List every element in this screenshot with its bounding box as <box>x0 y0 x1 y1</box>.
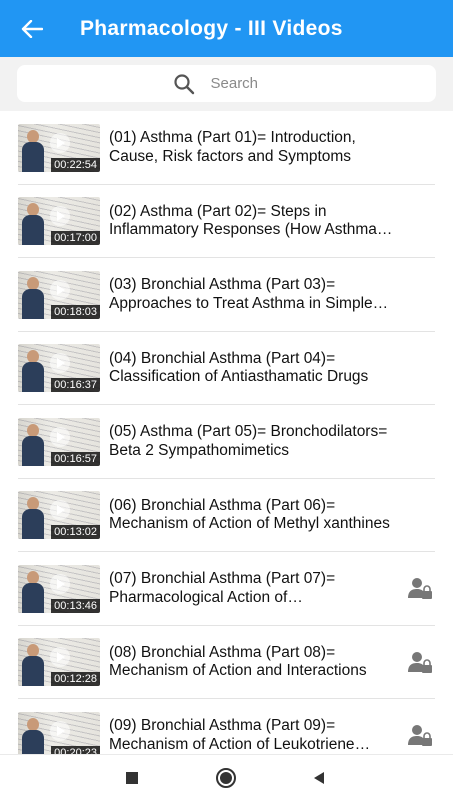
video-duration: 00:13:46 <box>51 598 100 613</box>
video-list-item[interactable]: 00:13:02 (06) Bronchial Asthma (Part 06)… <box>0 479 453 553</box>
play-icon <box>50 720 70 741</box>
presenter-image <box>22 570 44 613</box>
presenter-image <box>22 423 44 466</box>
video-thumbnail[interactable]: 00:13:02 <box>18 491 100 540</box>
recent-apps-button[interactable] <box>117 763 147 793</box>
play-icon <box>50 279 70 300</box>
presenter-image <box>22 129 44 172</box>
play-icon <box>50 132 70 153</box>
play-icon <box>50 500 70 521</box>
video-title: (03) Bronchial Asthma (Part 03)= Approac… <box>109 276 373 312</box>
search-box[interactable] <box>17 65 436 102</box>
video-thumbnail[interactable]: 00:16:37 <box>18 344 100 393</box>
video-thumbnail[interactable]: 00:20:23 <box>18 711 100 754</box>
video-list-item[interactable]: 00:22:54 (01) Asthma (Part 01)= Introduc… <box>0 111 453 185</box>
video-title: (01) Asthma (Part 01)= Introduction, Cau… <box>109 129 356 165</box>
play-icon <box>50 206 70 227</box>
system-nav-bar <box>0 754 453 800</box>
video-thumbnail[interactable]: 00:18:03 <box>18 270 100 319</box>
video-title: (04) Bronchial Asthma (Part 04)= Classif… <box>109 349 369 386</box>
video-title: (06) Bronchial Asthma (Part 06)= Mechani… <box>109 496 390 533</box>
video-list-item[interactable]: 00:18:03 (03) Bronchial Asthma (Part 03)… <box>0 258 453 332</box>
video-duration: 00:12:28 <box>51 672 100 687</box>
locked-user-icon <box>408 651 432 673</box>
triangle-back-icon <box>314 772 324 784</box>
video-title: (09) Bronchial Asthma (Part 09)= Mechani… <box>109 717 355 753</box>
video-duration: 00:20:23 <box>51 745 100 754</box>
video-list-item[interactable]: 00:16:37 (04) Bronchial Asthma (Part 04)… <box>0 332 453 406</box>
search-bar-container <box>0 57 453 111</box>
video-duration: 00:16:57 <box>51 451 100 466</box>
video-list-item[interactable]: 00:12:28 (08) Bronchial Asthma (Part 08)… <box>0 626 453 700</box>
search-icon <box>173 73 194 94</box>
video-list-item[interactable]: 00:20:23 (09) Bronchial Asthma (Part 09)… <box>0 699 453 754</box>
app-bar: Pharmacology - III Videos <box>0 0 453 57</box>
play-icon <box>50 426 70 447</box>
video-title: (05) Asthma (Part 05)= Bronchodilators= … <box>109 423 388 459</box>
video-thumbnail[interactable]: 00:22:54 <box>18 123 100 172</box>
video-list-item[interactable]: 00:16:57 (05) Asthma (Part 05)= Bronchod… <box>0 405 453 479</box>
locked-user-icon <box>408 578 432 599</box>
play-icon <box>50 353 70 374</box>
video-thumbnail[interactable]: 00:17:00 <box>18 197 100 246</box>
video-list-item[interactable]: 00:13:46 (07) Bronchial Asthma (Part 07)… <box>0 552 453 626</box>
video-duration: 00:13:02 <box>51 525 100 540</box>
page-title: Pharmacology - III Videos <box>80 16 343 40</box>
video-title: (07) Bronchial Asthma (Part 07)= Pharmac… <box>109 570 336 606</box>
video-title: (02) Asthma (Part 02)= Steps in Inflamma… <box>109 202 377 239</box>
search-input[interactable] <box>210 75 281 92</box>
home-button[interactable] <box>211 763 241 793</box>
play-icon <box>50 647 70 668</box>
video-thumbnail[interactable]: 00:13:46 <box>18 564 100 613</box>
video-title: (08) Bronchial Asthma (Part 08)= Mechani… <box>109 643 367 680</box>
presenter-image <box>22 276 44 319</box>
video-duration: 00:18:03 <box>51 304 100 319</box>
presenter-image <box>22 203 44 246</box>
video-list-item[interactable]: 00:17:00 (02) Asthma (Part 02)= Steps in… <box>0 185 453 259</box>
presenter-image <box>22 717 44 754</box>
square-recent-icon <box>126 772 138 784</box>
video-duration: 00:16:37 <box>51 378 100 393</box>
presenter-image <box>22 644 44 687</box>
video-duration: 00:22:54 <box>51 157 100 172</box>
back-button[interactable] <box>4 0 60 57</box>
presenter-image <box>22 350 44 393</box>
arrow-left-icon <box>21 19 43 38</box>
locked-user-icon <box>408 725 432 746</box>
video-thumbnail[interactable]: 00:12:28 <box>18 638 100 687</box>
video-thumbnail[interactable]: 00:16:57 <box>18 417 100 466</box>
system-back-button[interactable] <box>304 763 334 793</box>
video-duration: 00:17:00 <box>51 231 100 246</box>
video-list[interactable]: 00:22:54 (01) Asthma (Part 01)= Introduc… <box>0 111 453 754</box>
circle-home-icon <box>216 768 236 788</box>
presenter-image <box>22 497 44 540</box>
play-icon <box>50 573 70 594</box>
